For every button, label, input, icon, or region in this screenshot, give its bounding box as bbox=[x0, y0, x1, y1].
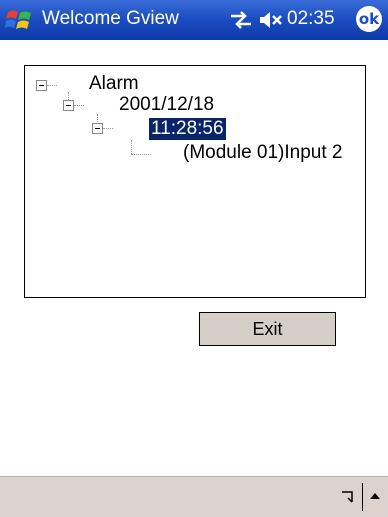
input-panel-arrow-icon[interactable] bbox=[369, 491, 381, 501]
collapse-icon[interactable] bbox=[92, 123, 103, 134]
title-bar: Welcome Gview 02:35 ok bbox=[0, 0, 388, 40]
menu-bar bbox=[0, 476, 388, 517]
input-panel-icon[interactable] bbox=[340, 489, 356, 505]
alarm-tree-view[interactable]: Alarm 2001/12/18 11:28:56 (Module 01)Inp… bbox=[24, 65, 366, 298]
start-menu-icon[interactable] bbox=[5, 6, 35, 34]
clock[interactable]: 02:35 bbox=[287, 8, 335, 30]
divider bbox=[362, 483, 363, 511]
tree-node-alarm[interactable]: Alarm bbox=[89, 73, 139, 95]
collapse-icon[interactable] bbox=[36, 80, 47, 91]
tree-node-input[interactable]: (Module 01)Input 2 bbox=[183, 142, 343, 164]
tree-node-time-selected[interactable]: 11:28:56 bbox=[149, 118, 226, 140]
tree-connector bbox=[131, 140, 132, 154]
tree-node-date[interactable]: 2001/12/18 bbox=[119, 94, 214, 116]
tree-connector bbox=[74, 105, 84, 106]
ok-button[interactable]: ok bbox=[356, 6, 382, 32]
tree-connector bbox=[131, 154, 151, 155]
tree-connector bbox=[47, 85, 57, 86]
app-title: Welcome Gview bbox=[42, 8, 179, 29]
tree-connector bbox=[97, 114, 98, 122]
tree-connector bbox=[68, 92, 69, 100]
tree-connector bbox=[103, 128, 113, 129]
volume-muted-icon[interactable] bbox=[258, 10, 284, 30]
exit-button[interactable]: Exit bbox=[199, 312, 336, 346]
connectivity-icon[interactable] bbox=[228, 10, 254, 30]
collapse-icon[interactable] bbox=[63, 100, 74, 111]
